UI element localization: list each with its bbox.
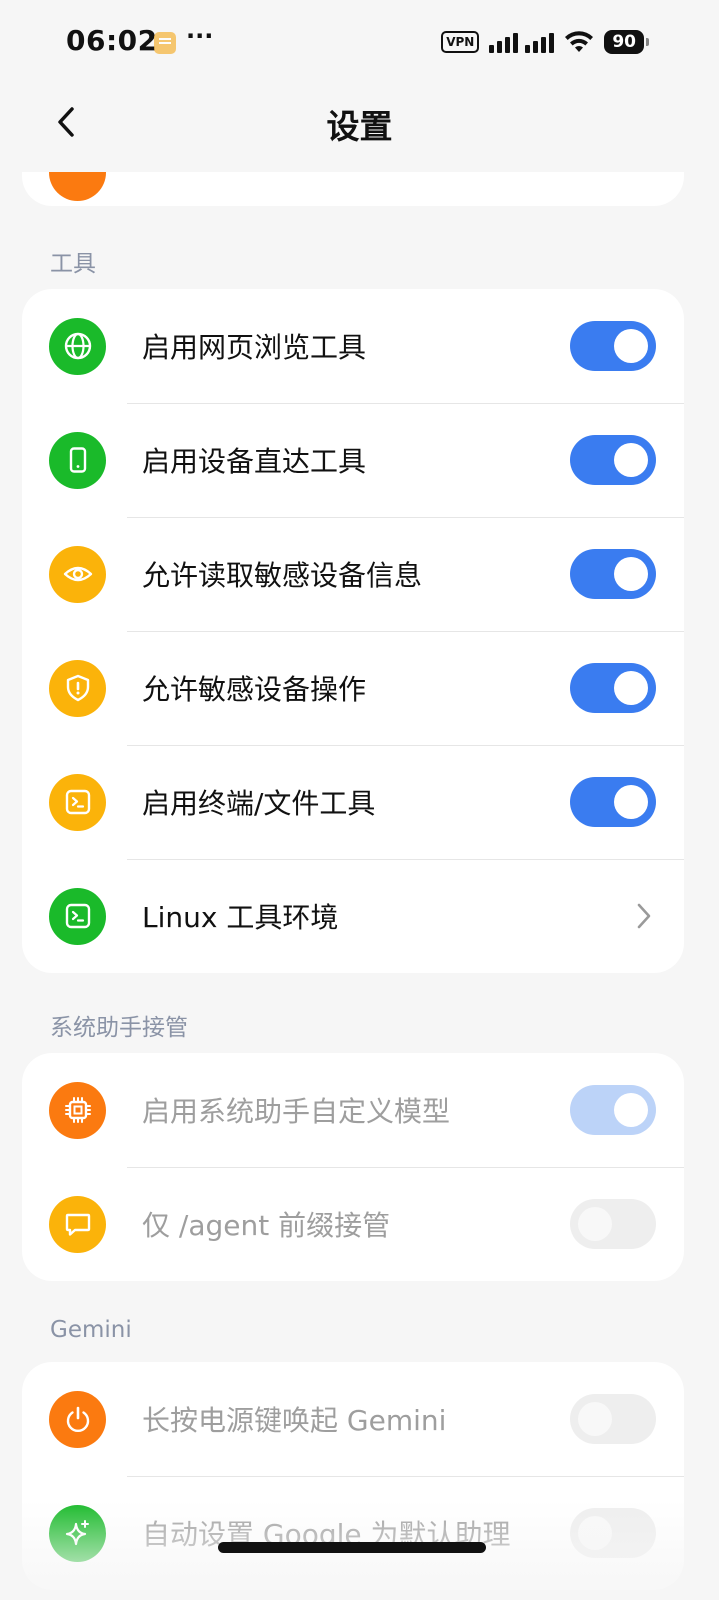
toggle-default-assistant[interactable] (570, 1508, 656, 1558)
row-custom-model[interactable]: 启用系统助手自定义模型 (22, 1053, 684, 1167)
toggle-custom-model[interactable] (570, 1085, 656, 1135)
section-label-system-assistant: 系统助手接管 (50, 1015, 188, 1041)
chevron-right-icon (637, 903, 651, 929)
row-label: 允许读取敏感设备信息 (142, 559, 423, 592)
terminal-icon (49, 773, 106, 831)
toggle-sensitive-operations[interactable] (570, 663, 656, 713)
row-agent-prefix[interactable]: 仅 /agent 前缀接管 (22, 1167, 684, 1281)
row-read-sensitive-info[interactable]: 允许读取敏感设备信息 (22, 517, 684, 631)
terminal-icon (49, 887, 106, 945)
toggle-terminal-file-tools[interactable] (570, 777, 656, 827)
settings-screen: 06:02 ··· VPN 90 设置 工具 启用网页浏览工具 启用设备直达工具… (0, 0, 719, 1600)
phone-icon (49, 431, 106, 489)
row-terminal-file-tools[interactable]: 启用终端/文件工具 (22, 745, 684, 859)
section-label-tools: 工具 (50, 251, 96, 277)
row-sensitive-operations[interactable]: 允许敏感设备操作 (22, 631, 684, 745)
status-indicators: VPN 90 (441, 30, 649, 54)
row-label: 长按电源键唤起 Gemini (142, 1404, 447, 1437)
toggle-power-gemini[interactable] (570, 1394, 656, 1444)
power-icon (49, 1390, 106, 1448)
status-bar: 06:02 ··· VPN 90 (0, 0, 719, 86)
section-label-gemini: Gemini (50, 1317, 132, 1343)
wifi-icon (565, 31, 594, 52)
row-web-browsing[interactable]: 启用网页浏览工具 (22, 289, 684, 403)
page-title: 设置 (326, 107, 393, 146)
toggle-device-tools[interactable] (570, 435, 656, 485)
partial-row-icon (49, 172, 106, 201)
toggle-read-sensitive-info[interactable] (570, 549, 656, 599)
home-indicator[interactable] (218, 1542, 486, 1553)
status-time: 06:02 (66, 24, 158, 57)
vpn-badge: VPN (441, 31, 480, 53)
chip-icon (49, 1081, 106, 1139)
sparkle-icon (49, 1504, 106, 1562)
card-tools: 启用网页浏览工具 启用设备直达工具 允许读取敏感设备信息 允许敏感设备操作 启用… (22, 289, 684, 973)
row-label: 允许敏感设备操作 (142, 673, 367, 706)
signal-icon (489, 31, 555, 53)
notification-icon (154, 32, 176, 54)
card-gemini: 长按电源键唤起 Gemini 自动设置 Google 为默认助理 (22, 1362, 684, 1590)
row-default-assistant[interactable]: 自动设置 Google 为默认助理 (22, 1476, 684, 1590)
more-notifications-icon: ··· (186, 22, 214, 50)
row-label: Linux 工具环境 (142, 901, 339, 934)
battery-indicator: 90 (604, 30, 649, 54)
row-device-tools[interactable]: 启用设备直达工具 (22, 403, 684, 517)
row-label: 启用系统助手自定义模型 (142, 1095, 451, 1128)
chat-bubble-icon (49, 1195, 106, 1253)
row-label: 仅 /agent 前缀接管 (142, 1209, 391, 1242)
globe-icon (49, 317, 106, 375)
shield-alert-icon (49, 659, 106, 717)
row-linux-environment[interactable]: Linux 工具环境 (22, 859, 684, 973)
top-card-partial (22, 172, 684, 206)
row-label: 启用设备直达工具 (142, 445, 367, 478)
row-label: 启用网页浏览工具 (142, 331, 367, 364)
toggle-agent-prefix[interactable] (570, 1199, 656, 1249)
toggle-web-browsing[interactable] (570, 321, 656, 371)
card-system-assistant: 启用系统助手自定义模型 仅 /agent 前缀接管 (22, 1053, 684, 1281)
header: 设置 (0, 86, 719, 172)
eye-icon (49, 545, 106, 603)
row-power-gemini[interactable]: 长按电源键唤起 Gemini (22, 1362, 684, 1476)
row-label: 启用终端/文件工具 (142, 787, 376, 820)
